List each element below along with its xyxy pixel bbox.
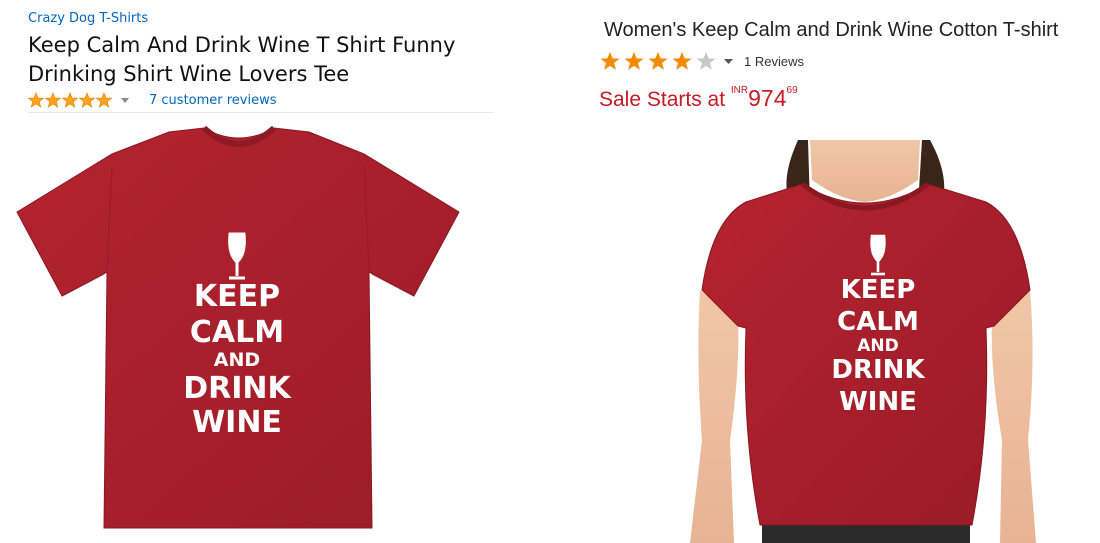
rating-row: 1 Reviews [600,50,804,72]
brand-link[interactable]: Crazy Dog T-Shirts [28,11,148,26]
star-icon [62,92,78,108]
sale-price: Sale Starts at INR97469 [599,85,798,112]
shirt-text-keep: KEEP [194,279,280,314]
shirt-text-calm: CALM [190,315,284,350]
divider [28,112,493,113]
shirt-text-calm: CALM [837,307,919,337]
price-whole: 974 [748,85,787,111]
right-product-panel: Women's Keep Calm and Drink Wine Cotton … [560,0,1100,543]
product-image[interactable]: KEEP CALM AND DRINK WINE [690,140,1070,543]
star-icon [79,92,95,108]
shirt-text-drink: DRINK [831,355,925,385]
currency-code: INR [730,85,749,96]
shirt-text-and: AND [857,336,899,356]
shirt-text-and: AND [214,349,260,371]
star-rating[interactable] [28,92,112,108]
rating-row: 7 customer reviews [28,91,277,109]
chevron-down-icon[interactable] [121,97,129,103]
star-icon [28,92,44,108]
chevron-down-icon[interactable] [724,58,733,64]
star-icon [96,92,112,108]
star-icon [672,52,692,70]
left-product-panel: Crazy Dog T-Shirts Keep Calm And Drink W… [0,0,560,543]
product-image[interactable]: KEEP CALM AND DRINK WINE [14,126,464,536]
sale-label: Sale Starts at [599,88,726,111]
shirt-text-drink: DRINK [183,371,292,406]
product-title: Keep Calm And Drink Wine T Shirt Funny D… [28,33,456,86]
star-icon [600,52,620,70]
reviews-count[interactable]: 1 Reviews [744,54,804,69]
shirt-text-wine: WINE [839,387,917,417]
star-icon [624,52,644,70]
star-icon [45,92,61,108]
star-empty-icon [696,52,716,70]
shirt-text-keep: KEEP [841,275,916,305]
product-title: Women's Keep Calm and Drink Wine Cotton … [604,19,1059,41]
price-fraction: 69 [786,85,798,96]
customer-reviews-link[interactable]: 7 customer reviews [149,93,277,108]
shirt-text-wine: WINE [192,405,282,440]
star-icon [648,52,668,70]
